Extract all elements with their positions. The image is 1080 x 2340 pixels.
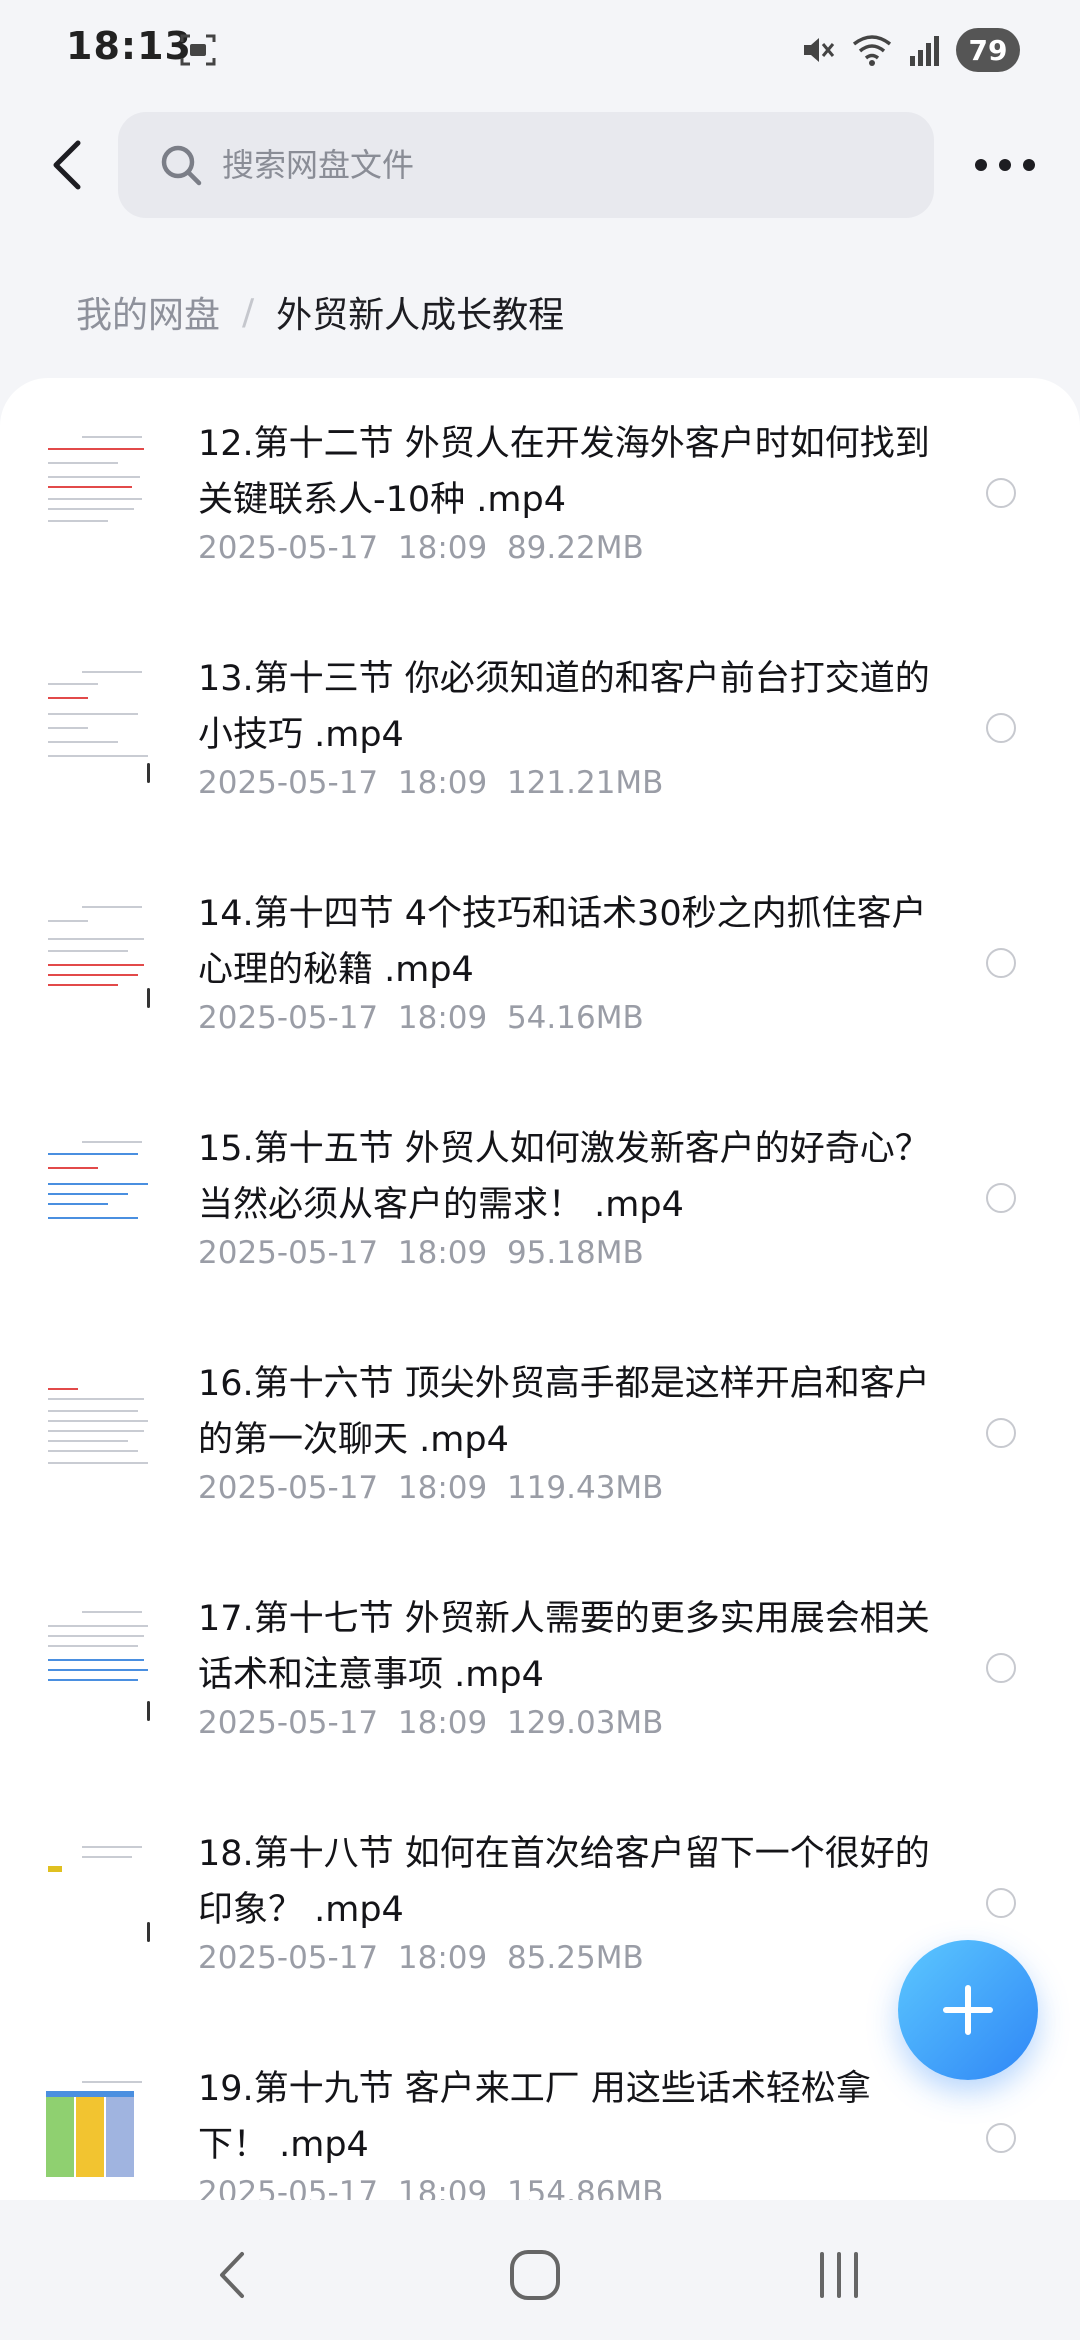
file-thumbnail <box>42 663 154 803</box>
nav-back-icon[interactable] <box>200 2240 270 2310</box>
file-name: 13.第十三节 你必须知道的和客户前台打交道的小技巧 .mp4 <box>198 659 930 755</box>
select-radio[interactable] <box>986 1183 1016 1213</box>
file-date: 2025-05-17 <box>198 765 379 801</box>
file-row[interactable]: 13.第十三节 你必须知道的和客户前台打交道的小技巧 .mp4 2025-05-… <box>0 613 1080 848</box>
file-meta: 2025-05-17 18:09 89.22MB <box>198 530 644 566</box>
nav-recents-icon[interactable] <box>804 2240 874 2310</box>
file-time: 18:09 <box>397 2175 488 2200</box>
breadcrumb-separator: / <box>242 291 255 333</box>
file-thumbnail <box>42 1133 154 1273</box>
signal-icon <box>910 36 939 66</box>
file-name: 18.第十八节 如何在首次给客户留下一个很好的印象？ .mp4 <box>198 1834 930 1930</box>
select-radio[interactable] <box>986 1653 1016 1683</box>
select-radio[interactable] <box>986 1888 1016 1918</box>
mute-icon <box>804 38 835 62</box>
status-icons: 79 <box>800 26 1020 74</box>
add-button[interactable] <box>898 1940 1038 2080</box>
file-meta: 2025-05-17 18:09 119.43MB <box>198 1470 663 1506</box>
file-date: 2025-05-17 <box>198 1705 379 1741</box>
back-arrow-icon[interactable] <box>40 135 100 195</box>
search-icon <box>161 145 202 186</box>
file-meta: 2025-05-17 18:09 85.25MB <box>198 1940 644 1976</box>
file-name: 15.第十五节 外贸人如何激发新客户的好奇心？当然必须从客户的需求！ .mp4 <box>198 1129 930 1225</box>
select-radio[interactable] <box>986 2123 1016 2153</box>
file-size: 85.25MB <box>506 1940 644 1976</box>
file-time: 18:09 <box>397 1235 488 1271</box>
breadcrumb-root[interactable]: 我的网盘 <box>76 286 220 338</box>
file-time: 18:09 <box>397 1470 488 1506</box>
file-time: 18:09 <box>397 1940 488 1976</box>
top-bar: 搜索网盘文件 <box>0 110 1080 220</box>
select-radio[interactable] <box>986 478 1016 508</box>
file-meta: 2025-05-17 18:09 129.03MB <box>198 1705 663 1741</box>
file-name: 16.第十六节 顶尖外贸高手都是这样开启和客户的第一次聊天 .mp4 <box>198 1364 930 1460</box>
file-row[interactable]: 12.第十二节 外贸人在开发海外客户时如何找到关键联系人-10种 .mp4 20… <box>0 378 1080 613</box>
file-name: 17.第十七节 外贸新人需要的更多实用展会相关话术和注意事项 .mp4 <box>198 1599 930 1695</box>
select-radio[interactable] <box>986 713 1016 743</box>
file-size: 95.18MB <box>506 1235 644 1271</box>
search-placeholder: 搜索网盘文件 <box>222 146 415 184</box>
battery-indicator: 79 <box>956 28 1020 72</box>
wifi-icon <box>852 35 892 66</box>
file-size: 119.43MB <box>506 1470 664 1506</box>
file-meta: 2025-05-17 18:09 95.18MB <box>198 1235 644 1271</box>
file-time: 18:09 <box>397 765 488 801</box>
breadcrumb: 我的网盘 / 外贸新人成长教程 <box>76 286 564 338</box>
file-row[interactable]: 16.第十六节 顶尖外贸高手都是这样开启和客户的第一次聊天 .mp4 2025-… <box>0 1318 1080 1553</box>
file-size: 54.16MB <box>506 1000 644 1036</box>
file-meta: 2025-05-17 18:09 54.16MB <box>198 1000 644 1036</box>
select-radio[interactable] <box>986 948 1016 978</box>
plus-icon <box>943 1985 993 2035</box>
file-date: 2025-05-17 <box>198 2175 379 2200</box>
file-size: 89.22MB <box>506 530 644 566</box>
file-size: 121.21MB <box>506 765 664 801</box>
file-meta: 2025-05-17 18:09 121.21MB <box>198 765 663 801</box>
file-date: 2025-05-17 <box>198 530 379 566</box>
file-size: 129.03MB <box>506 1705 664 1741</box>
more-icon[interactable] <box>970 142 1040 188</box>
file-thumbnail <box>42 428 154 568</box>
file-date: 2025-05-17 <box>198 1235 379 1271</box>
file-thumbnail <box>42 898 154 1038</box>
file-time: 18:09 <box>397 1705 488 1741</box>
file-meta: 2025-05-17 18:09 154.86MB <box>198 2175 663 2200</box>
file-thumbnail <box>42 1368 154 1508</box>
file-date: 2025-05-17 <box>198 1940 379 1976</box>
file-thumbnail <box>42 1603 154 1743</box>
file-name: 14.第十四节 4个技巧和话术30秒之内抓住客户心理的秘籍 .mp4 <box>198 894 927 990</box>
nav-home-icon[interactable] <box>500 2240 570 2310</box>
status-time: 18:13 <box>66 24 192 68</box>
file-thumbnail <box>42 2073 154 2200</box>
screenshot-icon <box>180 34 216 66</box>
file-time: 18:09 <box>397 530 488 566</box>
search-bar[interactable]: 搜索网盘文件 <box>118 112 934 218</box>
file-name: 12.第十二节 外贸人在开发海外客户时如何找到关键联系人-10种 .mp4 <box>198 424 930 520</box>
file-row[interactable]: 17.第十七节 外贸新人需要的更多实用展会相关话术和注意事项 .mp4 2025… <box>0 1553 1080 1788</box>
status-bar: 18:13 79 <box>0 0 1080 100</box>
file-size: 154.86MB <box>506 2175 664 2200</box>
file-date: 2025-05-17 <box>198 1000 379 1036</box>
breadcrumb-current: 外贸新人成长教程 <box>276 295 565 336</box>
file-time: 18:09 <box>397 1000 488 1036</box>
file-row[interactable]: 14.第十四节 4个技巧和话术30秒之内抓住客户心理的秘籍 .mp4 2025-… <box>0 848 1080 1083</box>
file-name: 19.第十九节 客户来工厂 用这些话术轻松拿下！ .mp4 <box>198 2069 871 2165</box>
system-nav-bar <box>0 2200 1080 2340</box>
file-list: 12.第十二节 外贸人在开发海外客户时如何找到关键联系人-10种 .mp4 20… <box>0 378 1080 2200</box>
file-row[interactable]: 15.第十五节 外贸人如何激发新客户的好奇心？当然必须从客户的需求！ .mp4 … <box>0 1083 1080 1318</box>
select-radio[interactable] <box>986 1418 1016 1448</box>
file-thumbnail <box>42 1838 154 1978</box>
file-date: 2025-05-17 <box>198 1470 379 1506</box>
